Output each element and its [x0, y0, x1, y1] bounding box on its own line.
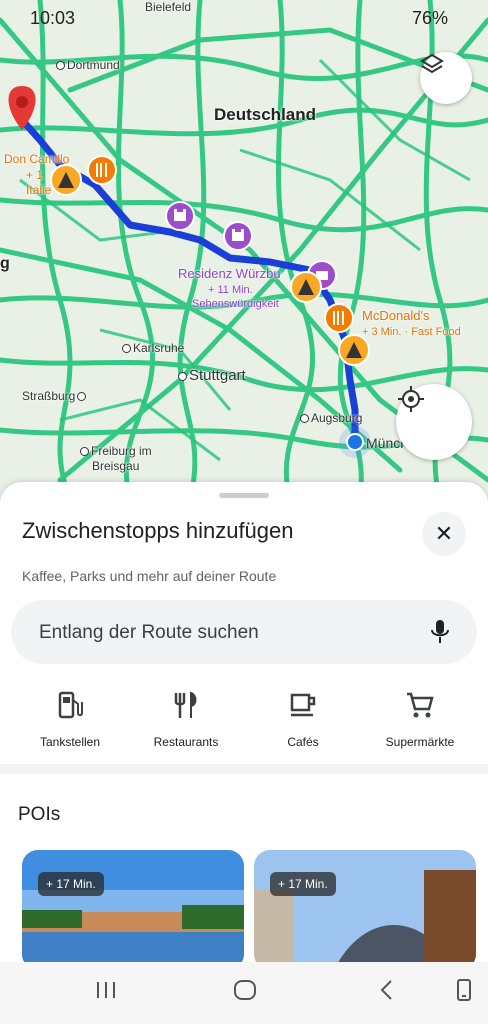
pois-heading: POIs [18, 804, 61, 825]
poi-label-mcdonalds-time: + 3 Min. · Fast Food [362, 326, 461, 338]
category-cafes[interactable]: Cafés [243, 687, 363, 749]
map-label-fragment: g [0, 255, 10, 272]
recent-apps-icon[interactable] [94, 978, 118, 1002]
back-icon[interactable] [376, 978, 400, 1002]
category-gas-stations[interactable]: Tankstellen [10, 687, 130, 749]
city-label-freiburg: Freiburg im [80, 444, 152, 458]
poi-label-don-camillo: Don Camillo [4, 152, 70, 166]
category-row: Tankstellen Restaurants Cafés Supermärkt… [0, 687, 488, 757]
city-label-breisgau: Breisgau [92, 459, 140, 473]
poi-card-image [254, 850, 476, 970]
home-icon[interactable] [233, 978, 257, 1002]
sheet-subtitle: Kaffee, Parks und mehr auf deiner Route [22, 568, 277, 584]
poi-card[interactable]: + 17 Min. [22, 850, 244, 970]
layers-icon [420, 53, 444, 74]
poi-label-residenz-time: + 11 Min. [208, 284, 253, 296]
phone-icon[interactable] [452, 978, 476, 1004]
poi-label-don-camillo-time: + 1 [26, 168, 44, 182]
city-label-dortmund: Dortmund [56, 58, 120, 72]
status-bar: 10:03 76% [0, 0, 488, 36]
close-icon: ✕ [434, 521, 454, 546]
destination-marker[interactable] [8, 86, 36, 130]
system-navigation-bar [0, 962, 488, 1024]
sheet-title: Zwischenstopps hinzufügen [22, 518, 294, 543]
search-placeholder: Entlang der Route suchen [39, 622, 259, 643]
cafe-icon [290, 693, 316, 717]
category-label: Tankstellen [39, 735, 101, 749]
category-supermarkets[interactable]: Supermärkte [360, 687, 480, 749]
my-location-button[interactable] [396, 384, 472, 460]
city-label-augsburg: Augsburg [300, 411, 362, 425]
category-restaurants[interactable]: Restaurants [126, 687, 246, 749]
layers-button[interactable] [420, 52, 472, 104]
map-view[interactable]: 10:03 76% Dortmund Bielefeld Deutschland… [0, 0, 488, 500]
route-search-input[interactable]: Entlang der Route suchen [11, 600, 477, 664]
category-label: Supermärkte [385, 735, 455, 749]
bottom-sheet: Zwischenstopps hinzufügen ✕ Kaffee, Park… [0, 482, 488, 1024]
gas-station-icon [58, 691, 83, 719]
city-label-bielefeld: Bielefeld [145, 0, 192, 14]
status-time: 10:03 [30, 8, 76, 28]
shopping-cart-icon [407, 692, 434, 718]
poi-label-mcdonalds: McDonald's [362, 308, 430, 323]
city-label-karlsruhe: Karlsruhe [122, 341, 184, 355]
poi-card[interactable]: + 17 Min. [254, 850, 476, 970]
detour-time-badge: + 17 Min. [38, 872, 104, 896]
poi-label-residenz-type: Sehenswürdigkeit [192, 298, 279, 310]
poi-label-residenz: Residenz Würzbu [178, 266, 281, 281]
poi-label-don-camillo-type: Italie [26, 183, 52, 197]
current-location-dot [346, 433, 364, 451]
close-button[interactable]: ✕ [422, 512, 466, 556]
crosshair-icon [398, 386, 424, 412]
microphone-icon[interactable] [429, 618, 451, 646]
section-divider [0, 764, 488, 774]
country-label: Deutschland [214, 105, 317, 124]
battery-level: 76% [411, 8, 448, 28]
category-label: Cafés [287, 735, 319, 749]
poi-card-image [22, 850, 244, 970]
restaurant-icon [174, 691, 197, 718]
city-label-strassburg: Straßburg [22, 389, 88, 403]
category-label: Restaurants [153, 735, 219, 749]
detour-time-badge: + 17 Min. [270, 872, 336, 896]
city-label-stuttgart: Stuttgart [178, 367, 246, 384]
drag-handle[interactable] [219, 493, 269, 498]
